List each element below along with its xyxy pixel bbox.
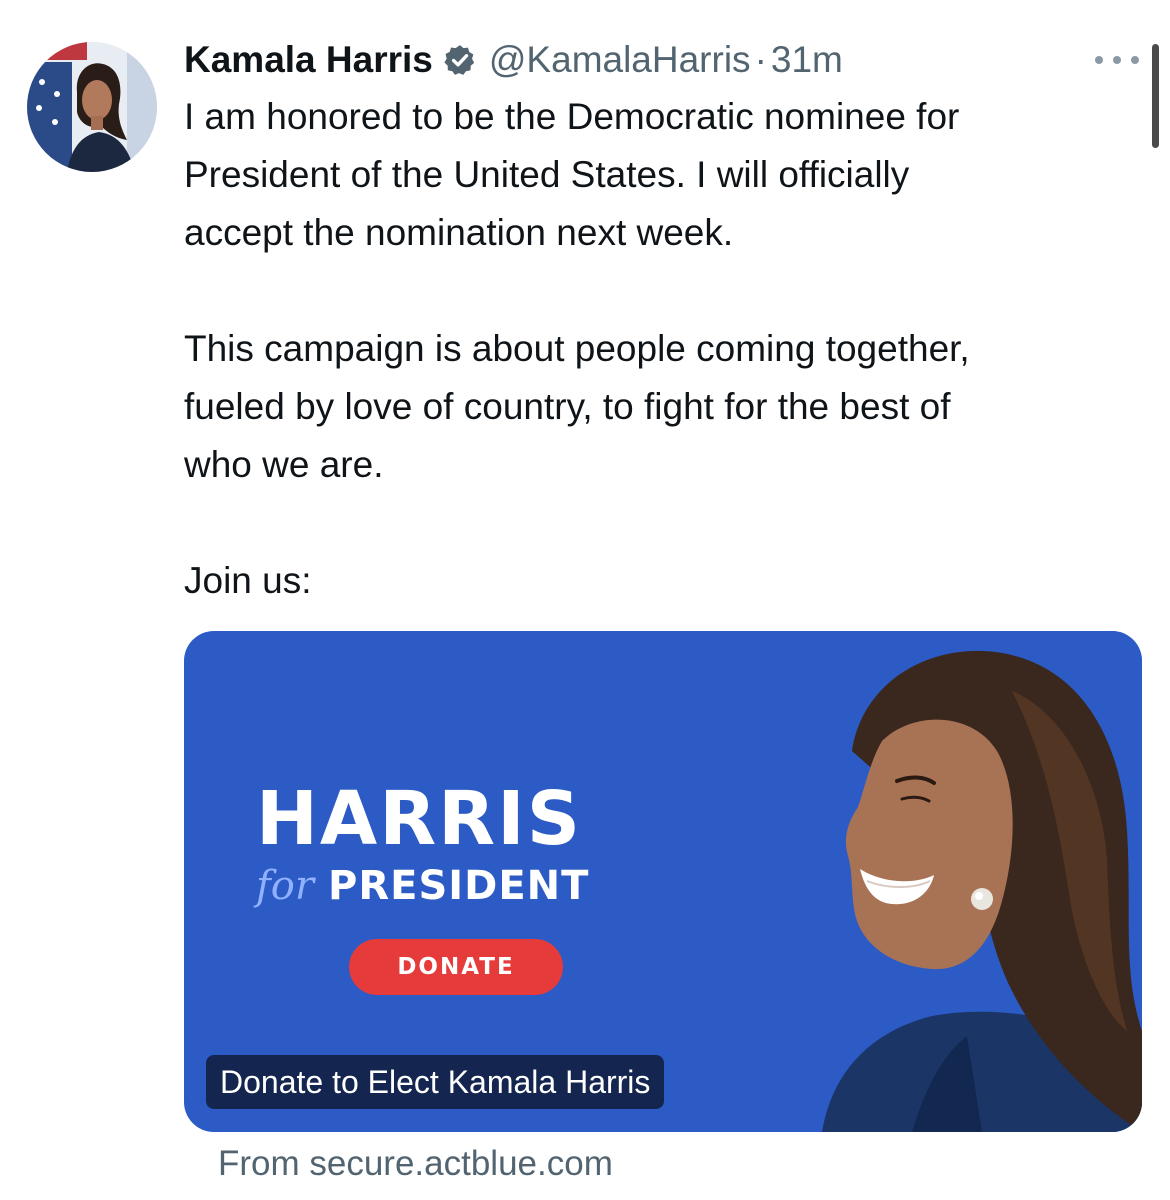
campaign-logo: HARRIS for PRESIDENT (256, 779, 676, 909)
tweet-timestamp[interactable]: 31m (771, 39, 843, 81)
author-name[interactable]: Kamala Harris (184, 39, 433, 81)
tweet-header: Kamala Harris @KamalaHarris · 31m (184, 38, 843, 82)
card-donate-button: DONATE (349, 939, 563, 995)
avatar-photo (27, 42, 157, 172)
link-card[interactable]: HARRIS for PRESIDENT DONATE Donate to El… (184, 631, 1142, 1132)
separator-dot: · (754, 39, 767, 80)
logo-president-text: PRESIDENT (328, 863, 590, 909)
logo-harris-text: HARRIS (256, 776, 582, 862)
author-avatar[interactable] (27, 42, 157, 172)
card-source-link[interactable]: From secure.actblue.com (218, 1144, 613, 1184)
card-title[interactable]: Donate to Elect Kamala Harris (206, 1055, 665, 1109)
logo-for-text: for (256, 863, 315, 909)
author-handle[interactable]: @KamalaHarris (489, 39, 751, 81)
tweet-paragraph-1: I am honored to be the Democratic nomine… (184, 96, 960, 253)
tweet-text: I am honored to be the Democratic nomine… (184, 88, 1146, 610)
card-photo (682, 631, 1142, 1132)
scrollbar[interactable] (1152, 44, 1159, 148)
verified-badge-icon (444, 45, 475, 75)
tweet-paragraph-2: This campaign is about people coming tog… (184, 328, 970, 485)
more-options-icon[interactable] (1095, 48, 1139, 72)
tweet-paragraph-3: Join us: (184, 560, 312, 601)
